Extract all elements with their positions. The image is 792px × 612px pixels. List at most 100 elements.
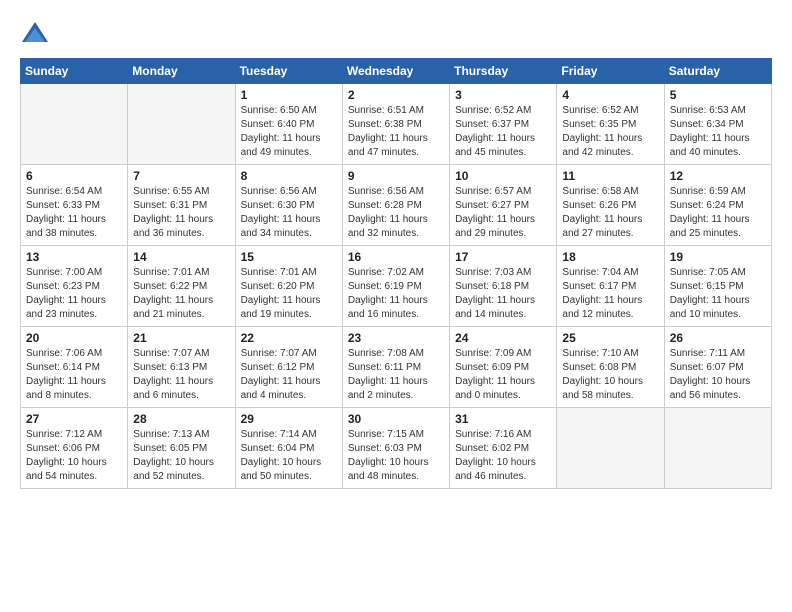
day-number: 17 <box>455 250 551 264</box>
calendar-cell: 25 Sunrise: 7:10 AM Sunset: 6:08 PM Dayli… <box>557 327 664 408</box>
col-header-monday: Monday <box>128 59 235 84</box>
logo-icon <box>20 20 50 50</box>
day-number: 2 <box>348 88 444 102</box>
logo <box>20 20 54 50</box>
day-info: Sunrise: 7:04 AM Sunset: 6:17 PM Dayligh… <box>562 266 658 322</box>
day-info: Sunrise: 7:02 AM Sunset: 6:19 PM Dayligh… <box>348 266 444 322</box>
calendar-cell: 22 Sunrise: 7:07 AM Sunset: 6:12 PM Dayli… <box>235 327 342 408</box>
day-number: 13 <box>26 250 122 264</box>
day-info: Sunrise: 7:03 AM Sunset: 6:18 PM Dayligh… <box>455 266 551 322</box>
calendar-cell: 5 Sunrise: 6:53 AM Sunset: 6:34 PM Daylig… <box>664 84 771 165</box>
col-header-sunday: Sunday <box>21 59 128 84</box>
calendar-cell: 28 Sunrise: 7:13 AM Sunset: 6:05 PM Dayli… <box>128 408 235 489</box>
calendar-cell: 14 Sunrise: 7:01 AM Sunset: 6:22 PM Dayli… <box>128 246 235 327</box>
calendar-cell: 8Sunrise: 6:56 AM Sunset: 6:30 PM Daylig… <box>235 165 342 246</box>
day-number: 19 <box>670 250 766 264</box>
day-info: Sunrise: 7:05 AM Sunset: 6:15 PM Dayligh… <box>670 266 766 322</box>
week-row-2: 6 Sunrise: 6:54 AM Sunset: 6:33 PM Daylig… <box>21 165 772 246</box>
day-info: Sunrise: 6:55 AM Sunset: 6:31 PM Dayligh… <box>133 185 229 241</box>
calendar-cell: 9Sunrise: 6:56 AM Sunset: 6:28 PM Daylig… <box>342 165 449 246</box>
day-number: 20 <box>26 331 122 345</box>
day-number: 29 <box>241 412 337 426</box>
day-number: 6 <box>26 169 122 183</box>
day-number: 14 <box>133 250 229 264</box>
calendar-cell: 19 Sunrise: 7:05 AM Sunset: 6:15 PM Dayli… <box>664 246 771 327</box>
day-number: 26 <box>670 331 766 345</box>
calendar-cell: 30 Sunrise: 7:15 AM Sunset: 6:03 PM Dayli… <box>342 408 449 489</box>
day-info: Sunrise: 6:52 AM Sunset: 6:37 PM Dayligh… <box>455 104 551 160</box>
calendar-cell: 16 Sunrise: 7:02 AM Sunset: 6:19 PM Dayli… <box>342 246 449 327</box>
day-info: Sunrise: 6:51 AM Sunset: 6:38 PM Dayligh… <box>348 104 444 160</box>
calendar-cell: 4 Sunrise: 6:52 AM Sunset: 6:35 PM Daylig… <box>557 84 664 165</box>
calendar-cell <box>128 84 235 165</box>
calendar-cell: 18 Sunrise: 7:04 AM Sunset: 6:17 PM Dayli… <box>557 246 664 327</box>
day-number: 24 <box>455 331 551 345</box>
day-number: 3 <box>455 88 551 102</box>
day-number: 21 <box>133 331 229 345</box>
day-number: 11 <box>562 169 658 183</box>
calendar-cell <box>21 84 128 165</box>
calendar-cell: 20Sunrise: 7:06 AM Sunset: 6:14 PM Dayli… <box>21 327 128 408</box>
day-number: 15 <box>241 250 337 264</box>
day-number: 5 <box>670 88 766 102</box>
day-info: Sunrise: 6:52 AM Sunset: 6:35 PM Dayligh… <box>562 104 658 160</box>
day-number: 22 <box>241 331 337 345</box>
day-info: Sunrise: 6:57 AM Sunset: 6:27 PM Dayligh… <box>455 185 551 241</box>
day-number: 28 <box>133 412 229 426</box>
calendar-cell: 26 Sunrise: 7:11 AM Sunset: 6:07 PM Dayli… <box>664 327 771 408</box>
day-info: Sunrise: 7:01 AM Sunset: 6:20 PM Dayligh… <box>241 266 337 322</box>
day-info: Sunrise: 6:50 AM Sunset: 6:40 PM Dayligh… <box>241 104 337 160</box>
calendar-cell: 12Sunrise: 6:59 AM Sunset: 6:24 PM Dayli… <box>664 165 771 246</box>
week-row-5: 27 Sunrise: 7:12 AM Sunset: 6:06 PM Dayli… <box>21 408 772 489</box>
day-number: 8 <box>241 169 337 183</box>
day-info: Sunrise: 7:14 AM Sunset: 6:04 PM Dayligh… <box>241 428 337 484</box>
day-number: 25 <box>562 331 658 345</box>
day-number: 16 <box>348 250 444 264</box>
day-number: 12 <box>670 169 766 183</box>
calendar-cell: 29 Sunrise: 7:14 AM Sunset: 6:04 PM Dayli… <box>235 408 342 489</box>
day-number: 4 <box>562 88 658 102</box>
col-header-wednesday: Wednesday <box>342 59 449 84</box>
day-info: Sunrise: 7:10 AM Sunset: 6:08 PM Dayligh… <box>562 347 658 403</box>
calendar-cell: 31Sunrise: 7:16 AM Sunset: 6:02 PM Dayli… <box>450 408 557 489</box>
day-number: 27 <box>26 412 122 426</box>
calendar-cell: 24Sunrise: 7:09 AM Sunset: 6:09 PM Dayli… <box>450 327 557 408</box>
week-row-4: 20Sunrise: 7:06 AM Sunset: 6:14 PM Dayli… <box>21 327 772 408</box>
day-number: 18 <box>562 250 658 264</box>
calendar-cell: 17 Sunrise: 7:03 AM Sunset: 6:18 PM Dayli… <box>450 246 557 327</box>
calendar-cell: 7 Sunrise: 6:55 AM Sunset: 6:31 PM Daylig… <box>128 165 235 246</box>
day-number: 23 <box>348 331 444 345</box>
day-info: Sunrise: 7:07 AM Sunset: 6:12 PM Dayligh… <box>241 347 337 403</box>
day-info: Sunrise: 6:58 AM Sunset: 6:26 PM Dayligh… <box>562 185 658 241</box>
calendar-cell: 3 Sunrise: 6:52 AM Sunset: 6:37 PM Daylig… <box>450 84 557 165</box>
day-info: Sunrise: 7:15 AM Sunset: 6:03 PM Dayligh… <box>348 428 444 484</box>
calendar-cell: 21 Sunrise: 7:07 AM Sunset: 6:13 PM Dayli… <box>128 327 235 408</box>
col-header-thursday: Thursday <box>450 59 557 84</box>
day-info: Sunrise: 7:01 AM Sunset: 6:22 PM Dayligh… <box>133 266 229 322</box>
calendar-cell: 2 Sunrise: 6:51 AM Sunset: 6:38 PM Daylig… <box>342 84 449 165</box>
col-header-friday: Friday <box>557 59 664 84</box>
calendar-cell: 15 Sunrise: 7:01 AM Sunset: 6:20 PM Dayli… <box>235 246 342 327</box>
day-number: 10 <box>455 169 551 183</box>
day-info: Sunrise: 6:54 AM Sunset: 6:33 PM Dayligh… <box>26 185 122 241</box>
day-info: Sunrise: 7:13 AM Sunset: 6:05 PM Dayligh… <box>133 428 229 484</box>
header-row: SundayMondayTuesdayWednesdayThursdayFrid… <box>21 59 772 84</box>
day-info: Sunrise: 7:12 AM Sunset: 6:06 PM Dayligh… <box>26 428 122 484</box>
day-info: Sunrise: 7:07 AM Sunset: 6:13 PM Dayligh… <box>133 347 229 403</box>
calendar-cell: 10 Sunrise: 6:57 AM Sunset: 6:27 PM Dayli… <box>450 165 557 246</box>
day-number: 30 <box>348 412 444 426</box>
day-info: Sunrise: 6:56 AM Sunset: 6:28 PM Dayligh… <box>348 185 444 241</box>
calendar-cell <box>557 408 664 489</box>
day-info: Sunrise: 6:53 AM Sunset: 6:34 PM Dayligh… <box>670 104 766 160</box>
calendar-cell: 27 Sunrise: 7:12 AM Sunset: 6:06 PM Dayli… <box>21 408 128 489</box>
header <box>20 16 772 50</box>
day-info: Sunrise: 7:00 AM Sunset: 6:23 PM Dayligh… <box>26 266 122 322</box>
calendar-cell <box>664 408 771 489</box>
page: SundayMondayTuesdayWednesdayThursdayFrid… <box>0 0 792 499</box>
calendar-cell: 1Sunrise: 6:50 AM Sunset: 6:40 PM Daylig… <box>235 84 342 165</box>
calendar-cell: 11 Sunrise: 6:58 AM Sunset: 6:26 PM Dayli… <box>557 165 664 246</box>
day-info: Sunrise: 7:11 AM Sunset: 6:07 PM Dayligh… <box>670 347 766 403</box>
day-number: 31 <box>455 412 551 426</box>
calendar-table: SundayMondayTuesdayWednesdayThursdayFrid… <box>20 58 772 489</box>
day-number: 7 <box>133 169 229 183</box>
